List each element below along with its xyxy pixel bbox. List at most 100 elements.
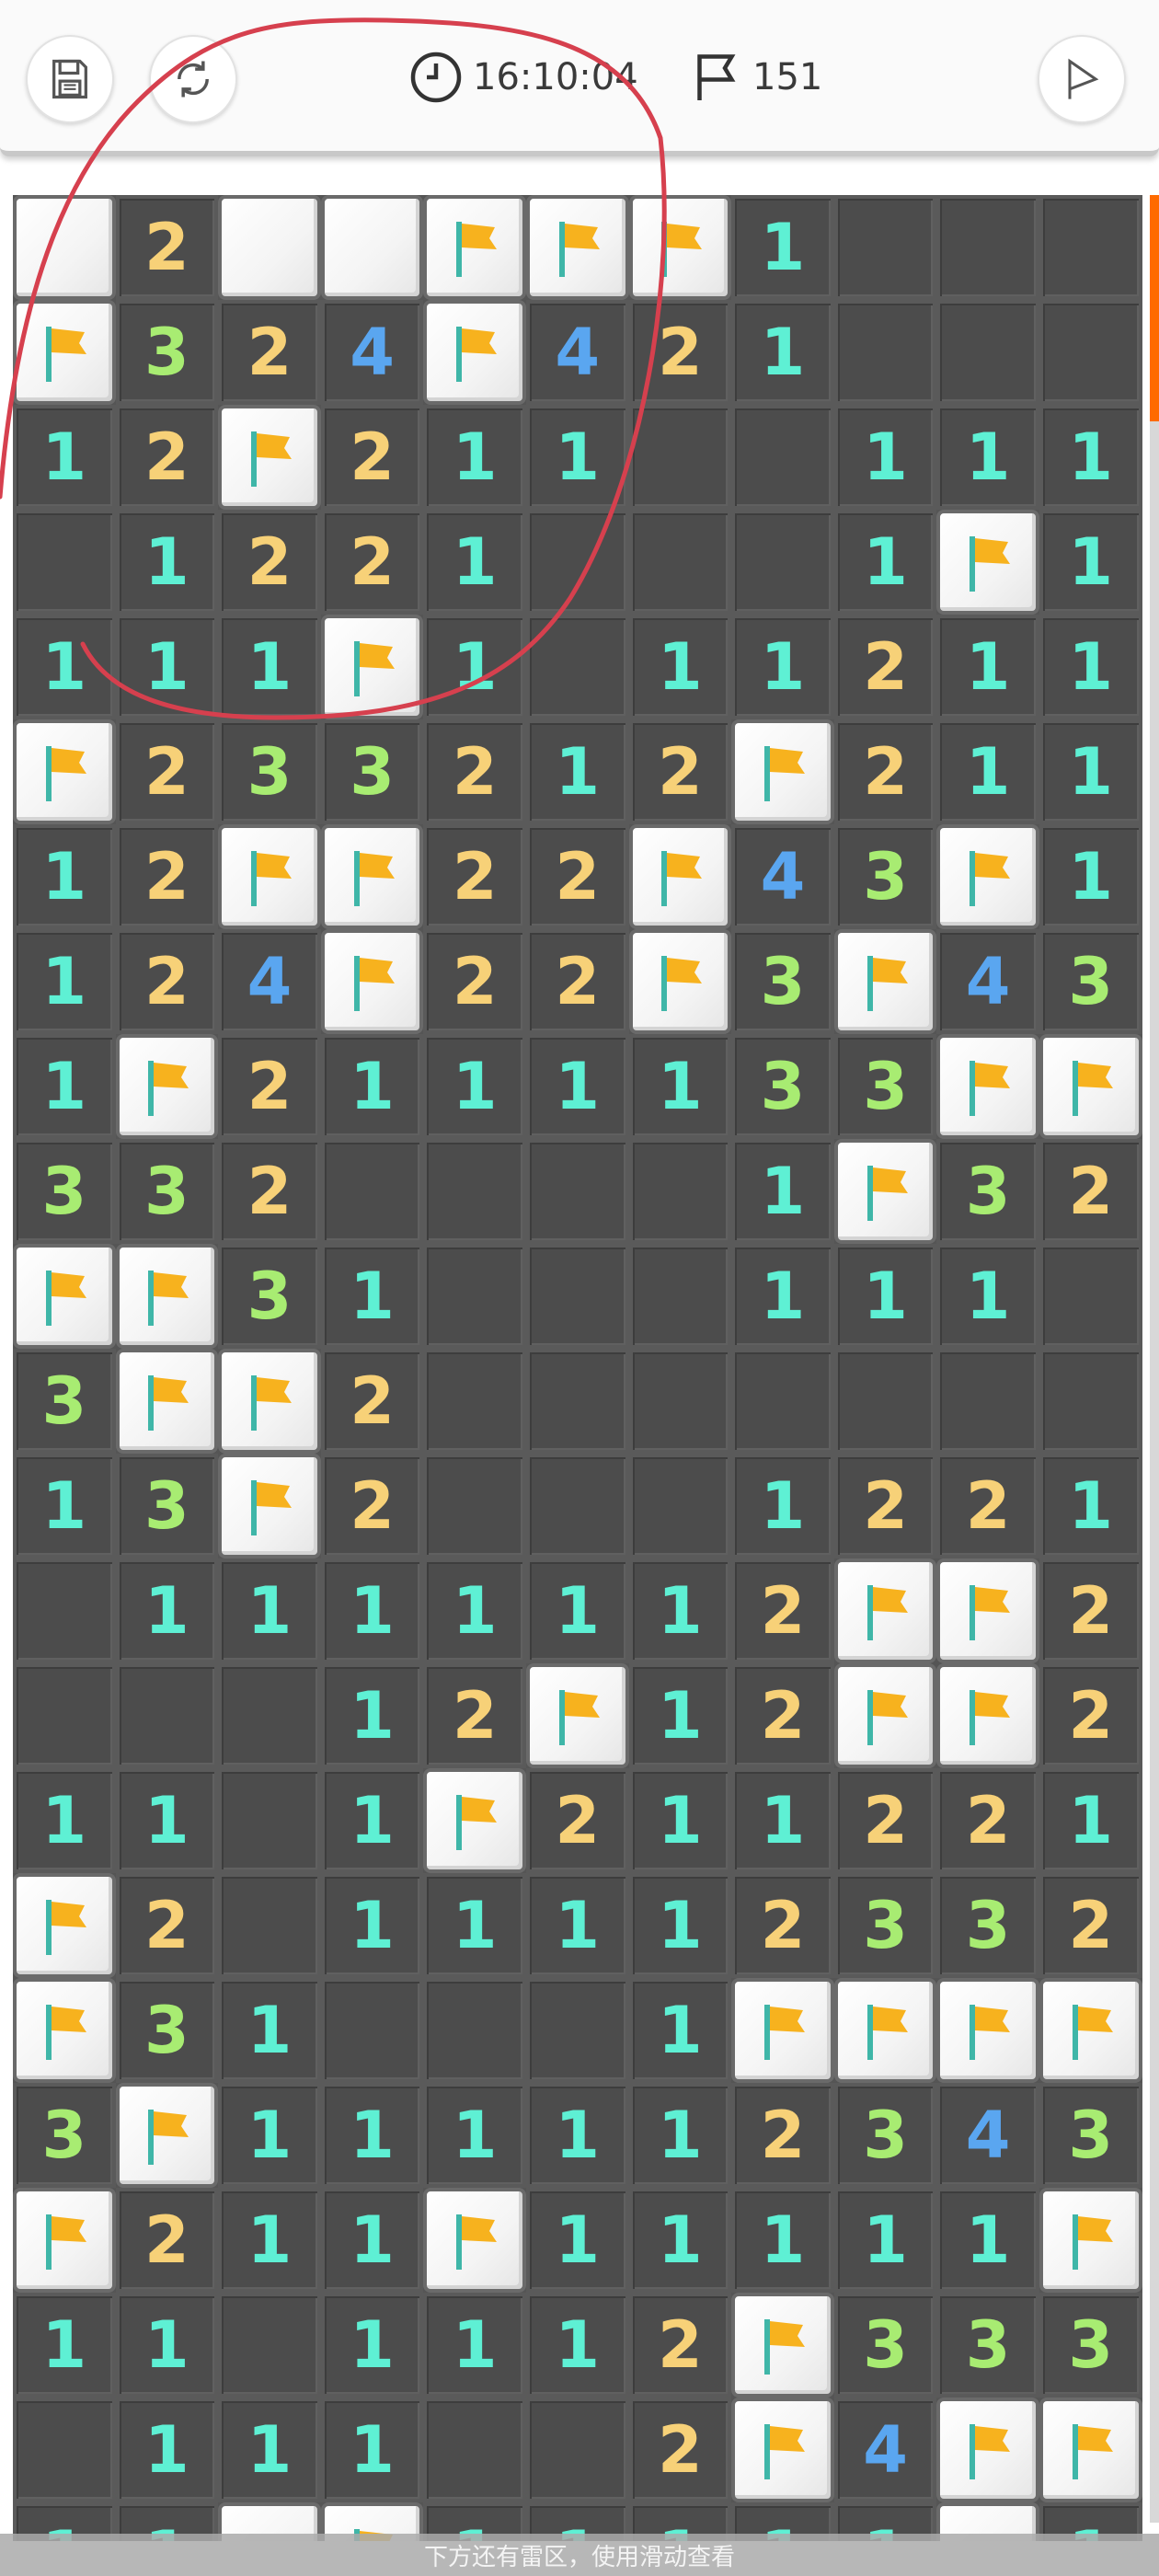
cell-r0-c0[interactable] <box>13 195 116 300</box>
cell-r21-c2[interactable]: 1 <box>218 2398 321 2502</box>
cell-r21-c6[interactable]: 2 <box>628 2398 732 2502</box>
cell-r16-c10[interactable]: 2 <box>1039 1873 1142 1978</box>
cell-r10-c10[interactable] <box>1039 1244 1142 1349</box>
cell-r16-c5[interactable]: 1 <box>525 1873 629 1978</box>
cell-r5-c6[interactable]: 2 <box>628 719 732 824</box>
cell-r20-c0[interactable]: 1 <box>13 2293 116 2398</box>
cell-r10-c8[interactable]: 1 <box>833 1244 937 1349</box>
cell-r1-c10[interactable] <box>1039 300 1142 405</box>
cell-r7-c8[interactable] <box>833 929 937 1034</box>
cell-r17-c9[interactable] <box>936 1978 1039 2083</box>
cell-r19-c10[interactable] <box>1039 2188 1142 2293</box>
cell-r3-c0[interactable] <box>13 510 116 615</box>
cell-r11-c9[interactable] <box>936 1349 1039 1454</box>
cell-r12-c2[interactable] <box>218 1454 321 1558</box>
play-button[interactable] <box>1038 35 1126 123</box>
cell-r3-c8[interactable]: 1 <box>833 510 937 615</box>
cell-r10-c4[interactable] <box>423 1244 526 1349</box>
cell-r8-c8[interactable]: 3 <box>833 1034 937 1139</box>
cell-r8-c6[interactable]: 1 <box>628 1034 732 1139</box>
cell-r0-c4[interactable] <box>423 195 526 300</box>
cell-r2-c2[interactable] <box>218 405 321 510</box>
cell-r14-c3[interactable]: 1 <box>320 1663 424 1768</box>
cell-r12-c7[interactable]: 1 <box>731 1454 834 1558</box>
cell-r19-c5[interactable]: 1 <box>525 2188 629 2293</box>
cell-r20-c4[interactable]: 1 <box>423 2293 526 2398</box>
cell-r5-c1[interactable]: 2 <box>115 719 219 824</box>
cell-r5-c7[interactable] <box>731 719 834 824</box>
cell-r1-c1[interactable]: 3 <box>115 300 219 405</box>
cell-r5-c8[interactable]: 2 <box>833 719 937 824</box>
cell-r19-c0[interactable] <box>13 2188 116 2293</box>
cell-r19-c2[interactable]: 1 <box>218 2188 321 2293</box>
cell-r14-c2[interactable] <box>218 1663 321 1768</box>
cell-r0-c7[interactable]: 1 <box>731 195 834 300</box>
cell-r19-c9[interactable]: 1 <box>936 2188 1039 2293</box>
cell-r9-c6[interactable] <box>628 1139 732 1244</box>
cell-r12-c1[interactable]: 3 <box>115 1454 219 1558</box>
cell-r7-c4[interactable]: 2 <box>423 929 526 1034</box>
cell-r5-c5[interactable]: 1 <box>525 719 629 824</box>
cell-r7-c3[interactable] <box>320 929 424 1034</box>
cell-r4-c5[interactable] <box>525 615 629 719</box>
cell-r3-c5[interactable] <box>525 510 629 615</box>
cell-r2-c6[interactable] <box>628 405 732 510</box>
cell-r6-c6[interactable] <box>628 824 732 929</box>
cell-r9-c10[interactable]: 2 <box>1039 1139 1142 1244</box>
cell-r4-c4[interactable]: 1 <box>423 615 526 719</box>
cell-r13-c5[interactable]: 1 <box>525 1558 629 1663</box>
cell-r4-c2[interactable]: 1 <box>218 615 321 719</box>
cell-r18-c7[interactable]: 2 <box>731 2083 834 2188</box>
cell-r20-c6[interactable]: 2 <box>628 2293 732 2398</box>
cell-r10-c7[interactable]: 1 <box>731 1244 834 1349</box>
cell-r8-c7[interactable]: 3 <box>731 1034 834 1139</box>
cell-r16-c7[interactable]: 2 <box>731 1873 834 1978</box>
cell-r15-c5[interactable]: 2 <box>525 1768 629 1873</box>
cell-r10-c0[interactable] <box>13 1244 116 1349</box>
cell-r15-c0[interactable]: 1 <box>13 1768 116 1873</box>
cell-r11-c1[interactable] <box>115 1349 219 1454</box>
cell-r3-c4[interactable]: 1 <box>423 510 526 615</box>
cell-r9-c0[interactable]: 3 <box>13 1139 116 1244</box>
cell-r13-c2[interactable]: 1 <box>218 1558 321 1663</box>
cell-r10-c5[interactable] <box>525 1244 629 1349</box>
cell-r21-c10[interactable] <box>1039 2398 1142 2502</box>
cell-r12-c8[interactable]: 2 <box>833 1454 937 1558</box>
cell-r21-c4[interactable] <box>423 2398 526 2502</box>
cell-r1-c2[interactable]: 2 <box>218 300 321 405</box>
cell-r16-c6[interactable]: 1 <box>628 1873 732 1978</box>
cell-r15-c2[interactable] <box>218 1768 321 1873</box>
cell-r8-c2[interactable]: 2 <box>218 1034 321 1139</box>
cell-r8-c0[interactable]: 1 <box>13 1034 116 1139</box>
cell-r9-c3[interactable] <box>320 1139 424 1244</box>
cell-r16-c9[interactable]: 3 <box>936 1873 1039 1978</box>
cell-r20-c1[interactable]: 1 <box>115 2293 219 2398</box>
cell-r10-c2[interactable]: 3 <box>218 1244 321 1349</box>
cell-r1-c4[interactable] <box>423 300 526 405</box>
cell-r5-c3[interactable]: 3 <box>320 719 424 824</box>
cell-r7-c2[interactable]: 4 <box>218 929 321 1034</box>
cell-r0-c1[interactable]: 2 <box>115 195 219 300</box>
cell-r21-c1[interactable]: 1 <box>115 2398 219 2502</box>
cell-r19-c4[interactable] <box>423 2188 526 2293</box>
cell-r8-c10[interactable] <box>1039 1034 1142 1139</box>
cell-r21-c0[interactable] <box>13 2398 116 2502</box>
cell-r14-c9[interactable] <box>936 1663 1039 1768</box>
cell-r1-c0[interactable] <box>13 300 116 405</box>
cell-r3-c6[interactable] <box>628 510 732 615</box>
cell-r9-c4[interactable] <box>423 1139 526 1244</box>
cell-r20-c8[interactable]: 3 <box>833 2293 937 2398</box>
cell-r4-c3[interactable] <box>320 615 424 719</box>
scrollbar-track[interactable] <box>1150 195 1159 2523</box>
cell-r6-c3[interactable] <box>320 824 424 929</box>
cell-r3-c1[interactable]: 1 <box>115 510 219 615</box>
cell-r11-c2[interactable] <box>218 1349 321 1454</box>
cell-r7-c10[interactable]: 3 <box>1039 929 1142 1034</box>
cell-r12-c6[interactable] <box>628 1454 732 1558</box>
cell-r5-c10[interactable]: 1 <box>1039 719 1142 824</box>
cell-r3-c3[interactable]: 2 <box>320 510 424 615</box>
cell-r3-c9[interactable] <box>936 510 1039 615</box>
cell-r17-c10[interactable] <box>1039 1978 1142 2083</box>
cell-r5-c9[interactable]: 1 <box>936 719 1039 824</box>
cell-r10-c9[interactable]: 1 <box>936 1244 1039 1349</box>
